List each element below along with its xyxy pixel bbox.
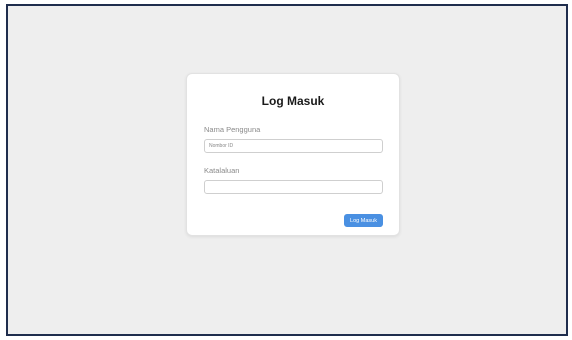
login-card: Log Masuk Nama Pengguna Katalaluan Log M… xyxy=(186,73,400,236)
password-input[interactable] xyxy=(204,180,383,194)
username-input[interactable] xyxy=(204,139,383,153)
password-label: Katalaluan xyxy=(204,166,240,175)
login-button[interactable]: Log Masuk xyxy=(344,214,383,227)
username-label: Nama Pengguna xyxy=(204,125,261,134)
browser-viewport: Log Masuk Nama Pengguna Katalaluan Log M… xyxy=(6,4,568,336)
login-title: Log Masuk xyxy=(261,94,325,108)
